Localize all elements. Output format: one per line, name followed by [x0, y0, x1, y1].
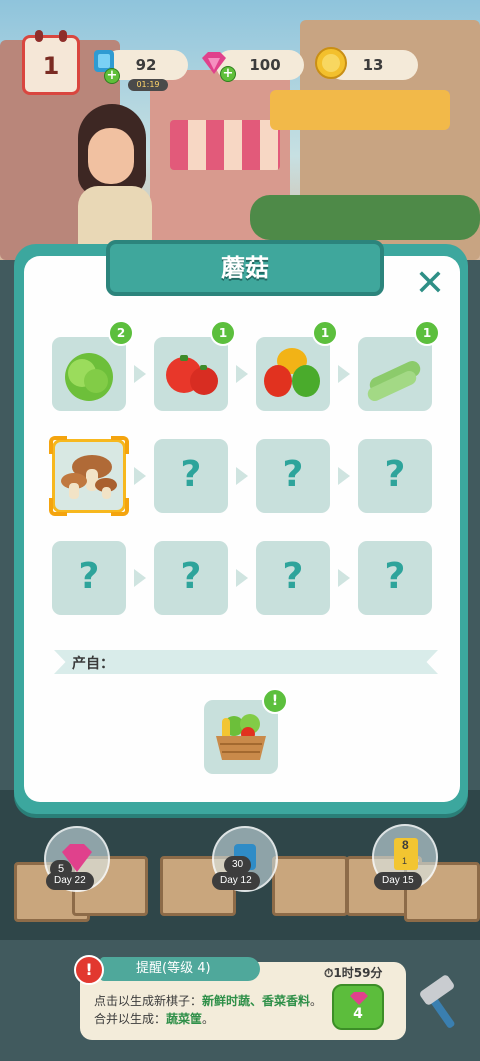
chain-item-mushroom[interactable] — [49, 436, 129, 516]
crate-sub-count: 1 — [402, 856, 408, 866]
quest-timer: ⏱1时59分 — [324, 964, 382, 981]
chain-arrow — [338, 569, 350, 587]
plant-planter — [250, 195, 480, 240]
dialog-title: 蘑菇 — [106, 240, 384, 296]
chain-arrow — [236, 467, 248, 485]
item-count-badge: 2 — [108, 320, 134, 346]
skip-with-gems-button[interactable]: 4 — [332, 984, 384, 1030]
question-mark: ? — [180, 454, 202, 495]
chain-arrow — [236, 365, 248, 383]
question-mark: ? — [282, 556, 304, 597]
quest-timer-value: 1时59分 — [333, 966, 383, 980]
crate-day: Day 22 — [46, 872, 94, 890]
add-gems-button[interactable]: + — [220, 66, 236, 82]
chain-item-cucumber[interactable] — [358, 337, 432, 411]
chain-arrow — [338, 365, 350, 383]
chain-item-tomato[interactable] — [154, 337, 228, 411]
locked-item[interactable]: ? — [154, 541, 228, 615]
chain-item-bell-pepper[interactable] — [256, 337, 330, 411]
alert-icon: ! — [74, 955, 104, 985]
energy-value: 92 — [135, 56, 157, 74]
locked-item[interactable]: ? — [256, 541, 330, 615]
bell-pepper-icon — [264, 348, 320, 397]
crate-day: Day 12 — [212, 872, 260, 890]
question-mark: ? — [180, 556, 202, 597]
gem-value: 100 — [249, 56, 281, 74]
awning — [170, 120, 280, 170]
chain-arrow — [338, 467, 350, 485]
tomato-icon — [166, 355, 218, 395]
item-count-badge: 1 — [210, 320, 236, 346]
quest-title: 提醒(等级 4) — [100, 957, 260, 981]
info-badge[interactable]: ! — [262, 688, 288, 714]
quest-highlight-items: 新鲜时蔬、香菜香料 — [202, 994, 311, 1008]
locked-item[interactable]: ? — [154, 439, 228, 513]
level-number: 1 — [42, 52, 60, 80]
quest-description: 点击以生成新棋子：新鲜时蔬、香菜香料。合并以生成：蔬菜筐。 — [94, 992, 330, 1028]
locked-item[interactable]: ? — [52, 541, 126, 615]
clock-icon: ⏱ — [324, 966, 334, 980]
gem-icon — [350, 992, 368, 1005]
locked-item[interactable]: ? — [256, 439, 330, 513]
quest-highlight-target: 蔬菜筐 — [166, 1012, 203, 1026]
close-icon[interactable]: ✕ — [412, 266, 448, 302]
character-avatar[interactable] — [88, 128, 134, 184]
chain-arrow — [134, 365, 146, 383]
cucumber-icon — [367, 360, 421, 402]
chain-item-lettuce[interactable] — [52, 337, 126, 411]
question-mark: ? — [384, 454, 406, 495]
calendar-level-button[interactable]: 1 — [22, 30, 80, 95]
chain-arrow — [134, 569, 146, 587]
quest-text-prefix: 点击以生成新棋子： — [94, 994, 203, 1008]
question-mark: ? — [384, 556, 406, 597]
locked-item[interactable]: ? — [358, 439, 432, 513]
chain-arrow — [236, 569, 248, 587]
question-mark: ? — [282, 454, 304, 495]
source-label: 产自： — [72, 656, 114, 672]
crate-day: Day 15 — [374, 872, 422, 890]
hammer-icon[interactable] — [414, 972, 470, 1032]
crate[interactable] — [272, 856, 348, 916]
coin-icon — [315, 47, 347, 79]
character-body — [78, 186, 152, 246]
item-count-badge: 1 — [414, 320, 440, 346]
quest-text-end: 。 — [202, 1012, 215, 1026]
lettuce-icon — [65, 353, 113, 401]
question-mark: ? — [78, 556, 100, 597]
locked-item[interactable]: ? — [358, 541, 432, 615]
chain-arrow — [134, 467, 146, 485]
skip-cost: 4 — [353, 1006, 363, 1022]
coin-value: 13 — [362, 56, 384, 74]
energy-timer: 01:19 — [128, 79, 168, 91]
item-count-badge: 1 — [312, 320, 338, 346]
add-energy-button[interactable]: + — [104, 68, 120, 84]
awning — [270, 90, 450, 130]
